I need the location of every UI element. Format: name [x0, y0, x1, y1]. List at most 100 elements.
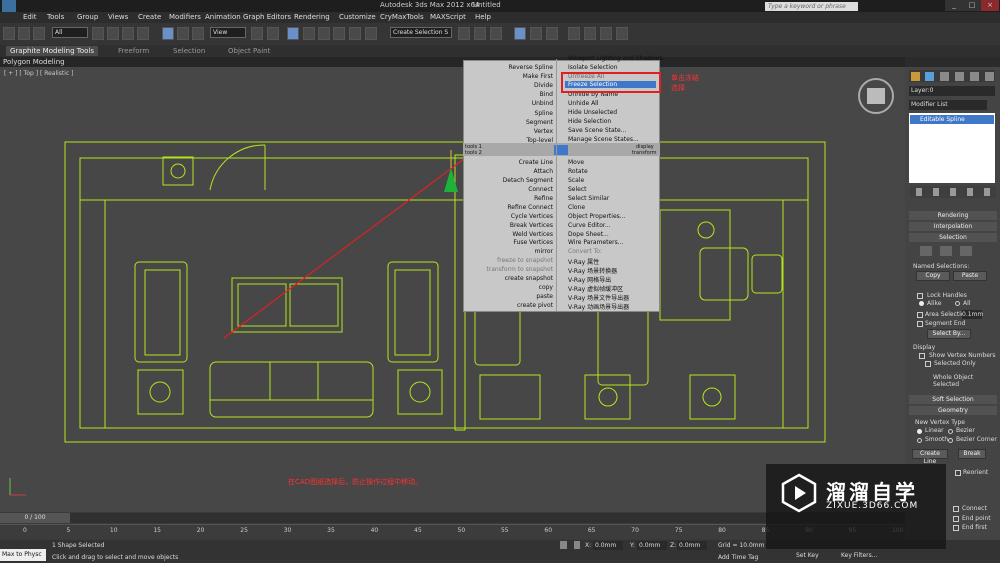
all-radio[interactable]: [955, 301, 960, 306]
quad-isolate-selection[interactable]: Isolate Selection: [568, 64, 618, 71]
ribbon-tab-selection[interactable]: Selection: [173, 47, 205, 55]
quad-save-scene-state[interactable]: Save Scene State...: [568, 127, 626, 134]
quad-mirror[interactable]: mirror: [466, 248, 553, 255]
quad-vertex[interactable]: Vertex: [466, 128, 553, 135]
remove-modifier-icon[interactable]: [967, 188, 973, 196]
quad-hide-selection[interactable]: Hide Selection: [568, 118, 611, 125]
rollout-rendering[interactable]: Rendering: [909, 211, 997, 220]
selected-only-checkbox[interactable]: [925, 361, 931, 367]
percent-snap-icon[interactable]: [318, 27, 330, 40]
quad-create-snapshot[interactable]: create snapshot: [466, 275, 553, 282]
select-manipulate-icon[interactable]: [267, 27, 279, 40]
time-slider-thumb[interactable]: 0 / 100: [0, 513, 70, 523]
quad-attach[interactable]: Attach: [466, 168, 553, 175]
quad-vray-mesh-export[interactable]: V-Ray 网格导出: [568, 275, 611, 284]
quad-select-similar[interactable]: Select Similar: [568, 195, 609, 202]
vertex-smooth-radio[interactable]: [917, 438, 922, 443]
selection-filter-select[interactable]: All: [52, 27, 88, 38]
menu-graph-editors[interactable]: Graph Editors: [243, 13, 291, 21]
motion-tab-icon[interactable]: [955, 72, 964, 81]
configure-sets-icon[interactable]: [984, 188, 990, 196]
link-icon[interactable]: [33, 27, 45, 40]
named-selection-set-select[interactable]: Create Selection S: [390, 27, 452, 38]
paste-button[interactable]: Paste: [953, 271, 987, 281]
quad-wire-parameters[interactable]: Wire Parameters...: [568, 239, 623, 246]
rendered-frame-icon[interactable]: [600, 27, 612, 40]
quad-transform-to-snapshot[interactable]: transform to snapshot: [466, 266, 553, 273]
menu-help[interactable]: Help: [475, 13, 491, 21]
quad-cycle-vertices[interactable]: Cycle Vertices: [466, 213, 553, 220]
rectangular-selection-icon[interactable]: [122, 27, 134, 40]
menu-maxscript[interactable]: MAXScript: [430, 13, 466, 21]
quad-reverse-spline[interactable]: Reverse Spline: [466, 64, 553, 71]
quad-move[interactable]: Move: [568, 159, 584, 166]
vertex-mode-icon[interactable]: [920, 246, 932, 256]
end-point-checkbox[interactable]: [953, 516, 959, 522]
rollout-selection[interactable]: Selection: [909, 233, 997, 242]
modifier-list-select[interactable]: Modifier List: [909, 100, 987, 110]
vertex-linear-radio[interactable]: [917, 429, 922, 434]
angle-snap-icon[interactable]: [303, 27, 315, 40]
z-coordinate-field[interactable]: 0.0mm: [677, 541, 707, 550]
quad-vray-frame-buffer[interactable]: V-Ray 虚拟帧缓冲区: [568, 284, 623, 293]
select-by-name-icon[interactable]: [107, 27, 119, 40]
show-end-result-icon[interactable]: [933, 188, 939, 196]
maximize-icon[interactable]: □: [963, 0, 981, 11]
y-coordinate-field[interactable]: 0.0mm: [637, 541, 667, 550]
quad-make-first[interactable]: Make First: [466, 73, 553, 80]
quad-create-pivot[interactable]: create pivot: [466, 302, 553, 309]
quad-freeze-to-snapshot[interactable]: freeze to snapshot: [466, 257, 553, 264]
quad-convert-to[interactable]: Convert To:: [568, 248, 602, 255]
keyword-search-input[interactable]: Type a keyword or phrase: [765, 2, 858, 11]
quad-dope-sheet[interactable]: Dope Sheet...: [568, 231, 609, 238]
ribbon-tab-object-paint[interactable]: Object Paint: [228, 47, 270, 55]
quad-viewport-lighting[interactable]: Viewport Lighting and Shadows: [568, 55, 663, 62]
align-icon[interactable]: [474, 27, 486, 40]
quad-vray-properties[interactable]: V-Ray 属性: [568, 257, 599, 266]
mirror-tool-icon[interactable]: [458, 27, 470, 40]
minimize-icon[interactable]: _: [945, 0, 963, 11]
rollout-geometry[interactable]: Geometry: [909, 406, 997, 415]
layer-field[interactable]: Layer:0: [909, 86, 995, 96]
add-time-tag[interactable]: Add Time Tag: [718, 554, 758, 561]
quad-connect[interactable]: Connect: [466, 186, 553, 193]
quad-refine-connect[interactable]: Refine Connect: [466, 204, 553, 211]
show-vertex-numbers-checkbox[interactable]: [919, 353, 925, 359]
rollout-soft-selection[interactable]: Soft Selection: [909, 395, 997, 404]
quad-rotate[interactable]: Rotate: [568, 168, 588, 175]
material-editor-icon[interactable]: [568, 27, 580, 40]
spline-mode-icon[interactable]: [960, 246, 972, 256]
menu-modifiers[interactable]: Modifiers: [169, 13, 201, 21]
vertex-bezier-radio[interactable]: [948, 429, 953, 434]
menu-views[interactable]: Views: [108, 13, 128, 21]
x-coordinate-field[interactable]: 0.0mm: [593, 541, 623, 550]
quad-weld-vertices[interactable]: Weld Vertices: [466, 231, 553, 238]
key-filters-button[interactable]: Key Filters...: [841, 552, 878, 559]
quad-segment[interactable]: Segment: [466, 119, 553, 126]
layer-manager-icon[interactable]: [490, 27, 502, 40]
select-and-move-icon[interactable]: [162, 27, 174, 40]
reorient-checkbox[interactable]: [955, 470, 961, 476]
end-first-checkbox[interactable]: [953, 525, 959, 531]
graphite-toggle-icon[interactable]: [514, 27, 526, 40]
create-line-button[interactable]: Create Line: [912, 449, 948, 465]
quad-vray-scene-file-exporter[interactable]: V-Ray 场景文件导出器: [568, 293, 629, 302]
maxscript-listener[interactable]: Max to Physc: [0, 549, 46, 561]
rollout-interpolation[interactable]: Interpolation: [909, 222, 997, 231]
snaps-toggle-icon[interactable]: [287, 27, 299, 40]
quad-scale[interactable]: Scale: [568, 177, 584, 184]
segment-end-checkbox[interactable]: [917, 321, 923, 327]
spinner-snap-icon[interactable]: [333, 27, 345, 40]
quad-hide-unselected[interactable]: Hide Unselected: [568, 109, 617, 116]
quad-paste[interactable]: paste: [466, 293, 553, 300]
pivot-center-icon[interactable]: [251, 27, 263, 40]
lock-selection-icon[interactable]: [560, 541, 567, 549]
connect-checkbox[interactable]: [953, 506, 959, 512]
quad-unhide-all[interactable]: Unhide All: [568, 100, 599, 107]
close-icon[interactable]: ×: [981, 0, 999, 11]
area-selection-input[interactable]: 0.1mm: [962, 310, 983, 319]
menu-tools[interactable]: Tools: [47, 13, 64, 21]
quad-manage-scene-states[interactable]: Manage Scene States...: [568, 136, 639, 143]
quad-curve-editor[interactable]: Curve Editor...: [568, 222, 611, 229]
quad-divide[interactable]: Divide: [466, 82, 553, 89]
